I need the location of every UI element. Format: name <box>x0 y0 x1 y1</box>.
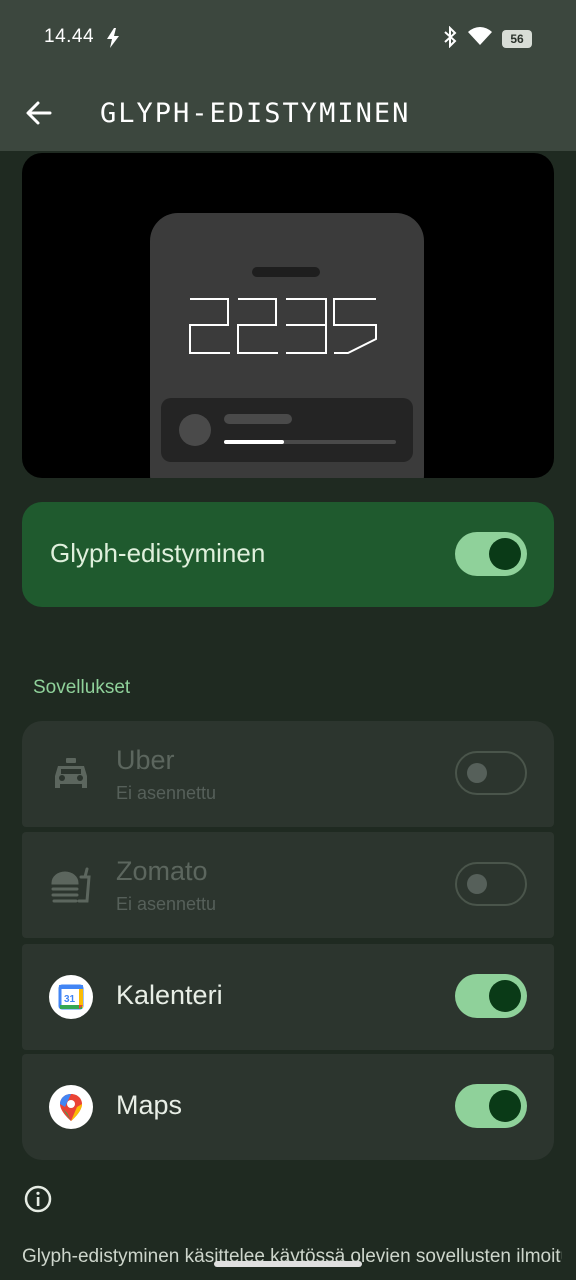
phone-notch <box>252 267 320 277</box>
app-name: Kalenteri <box>116 980 223 1010</box>
app-row-uber[interactable]: Uber Ei asennettu <box>22 721 554 827</box>
glyph-progress-toggle-card[interactable]: Glyph-edistyminen <box>22 502 554 607</box>
phone-mockup <box>150 213 424 478</box>
taxi-icon <box>49 752 93 796</box>
google-calendar-icon: 31 <box>49 975 93 1019</box>
status-bar: 14.44 56 <box>0 0 576 76</box>
bluetooth-icon <box>442 25 458 52</box>
battery-icon: 56 <box>502 30 532 48</box>
switch-knob <box>489 1090 521 1122</box>
home-indicator[interactable] <box>214 1261 362 1267</box>
page-title: GLYPH-EDISTYMINEN <box>100 98 411 129</box>
app-status: Ei asennettu <box>116 783 217 803</box>
app-status: Ei asennettu <box>116 894 217 914</box>
app-name: Maps <box>116 1090 183 1120</box>
glyph-progress-switch[interactable] <box>455 532 527 576</box>
status-icons: 56 <box>442 25 532 52</box>
status-time: 14.44 <box>44 26 95 47</box>
notification-text-placeholder <box>224 414 292 424</box>
progress-fill <box>224 440 285 444</box>
arrow-left-icon <box>26 101 52 125</box>
uber-switch[interactable] <box>455 751 527 795</box>
back-button[interactable] <box>22 96 56 130</box>
glyph-clock-display <box>189 298 377 354</box>
food-delivery-icon <box>49 863 93 907</box>
app-row-maps[interactable]: Maps <box>22 1054 554 1160</box>
app-row-kalenteri[interactable]: 31 Kalenteri <box>22 944 554 1050</box>
progress-track <box>224 440 396 444</box>
info-icon <box>24 1185 52 1213</box>
kalenteri-switch[interactable] <box>455 974 527 1018</box>
notification-avatar <box>179 414 211 446</box>
switch-knob <box>467 763 487 783</box>
app-name: Uber <box>116 745 175 775</box>
switch-knob <box>489 538 521 570</box>
app-bar: GLYPH-EDISTYMINEN <box>0 76 576 151</box>
charging-bolt-icon <box>106 28 120 52</box>
progress-notification-card <box>161 398 413 462</box>
google-maps-icon <box>49 1085 93 1129</box>
switch-knob <box>489 980 521 1012</box>
glyph-progress-label: Glyph-edistyminen <box>50 538 266 568</box>
wifi-icon <box>468 27 492 51</box>
app-row-zomato[interactable]: Zomato Ei asennettu <box>22 832 554 938</box>
switch-knob <box>467 874 487 894</box>
zomato-switch[interactable] <box>455 862 527 906</box>
maps-switch[interactable] <box>455 1084 527 1128</box>
section-header-apps: Sovellukset <box>33 677 131 698</box>
calendar-day: 31 <box>64 994 76 1005</box>
glyph-preview-illustration <box>22 153 554 478</box>
app-name: Zomato <box>116 856 208 886</box>
